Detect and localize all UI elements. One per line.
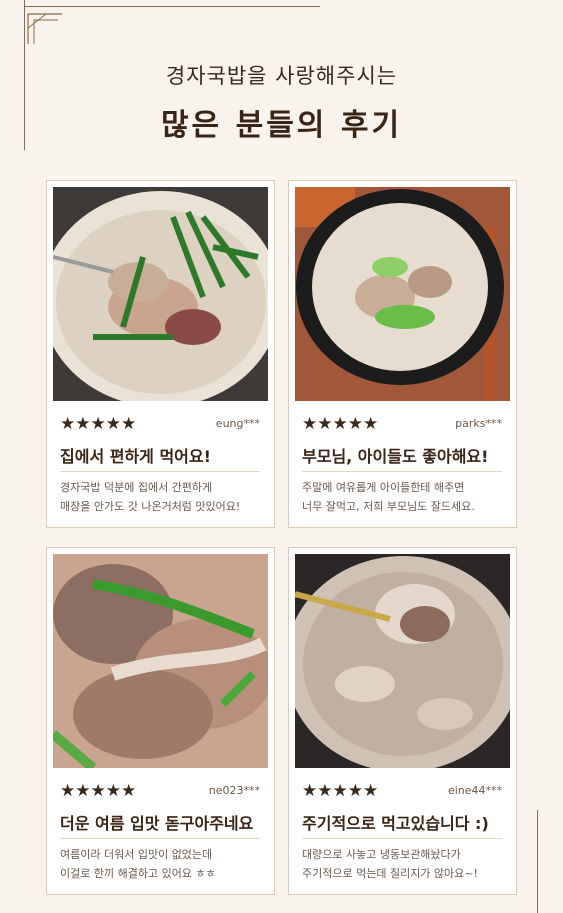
divider (302, 471, 502, 472)
review-card-1: ★★★★★ eung*** 집에서 편하게 먹어요! 경자국밥 덕분에 집에서 … (46, 180, 275, 528)
reviewer-name: ne023*** (208, 784, 260, 797)
spoon-in-soup-photo (295, 554, 510, 768)
reviewer-name: parks*** (455, 417, 502, 430)
decorative-horizontal-line (24, 6, 320, 7)
corner-ornament-icon (27, 13, 62, 44)
black-pot-soup-photo (295, 187, 510, 401)
star-rating: ★★★★★ (302, 414, 379, 434)
review-body-line: 대량으로 사놓고 냉동보관해놨다가 (302, 848, 461, 861)
review-headline: 주기적으로 먹고있습니다 :) (302, 814, 489, 833)
divider (302, 838, 502, 839)
star-rating: ★★★★★ (302, 781, 379, 801)
review-card-2: ★★★★★ parks*** 부모님, 아이들도 좋아해요! 주말에 여유롭게 … (288, 180, 517, 528)
page-subtitle: 경자국밥을 사랑해주시는 (165, 64, 398, 88)
review-body-line: 경자국밥 덕분에 집에서 간편하게 (60, 481, 213, 494)
review-body: 여름이라 더워서 입맛이 없었는데 이걸로 한끼 해결하고 있어요 ㅎㅎ (60, 845, 266, 883)
page-title: 많은 분들의 후기 (160, 108, 403, 143)
review-card-4: ★★★★★ eine44*** 주기적으로 먹고있습니다 :) 대량으로 사놓고… (288, 547, 517, 895)
review-headline: 더운 여름 입맛 돋구아주네요 (60, 814, 254, 833)
reviewer-name: eine44*** (447, 784, 502, 797)
meat-closeup-photo (53, 554, 268, 768)
page-header: 경자국밥을 사랑해주시는 많은 분들의 후기 (0, 60, 563, 144)
star-rating: ★★★★★ (60, 781, 137, 801)
soup-bowl-with-chives-photo (53, 187, 268, 401)
divider (60, 471, 260, 472)
review-body-line: 이걸로 한끼 해결하고 있어요 ㅎㅎ (60, 867, 216, 880)
decorative-right-line (537, 810, 538, 913)
review-body-line: 주말에 여유롭게 아이들한테 해주면 (302, 481, 465, 494)
divider (60, 838, 260, 839)
star-rating: ★★★★★ (60, 414, 137, 434)
review-body-line: 주기적으로 먹는데 질리지가 않아요~! (302, 867, 478, 880)
review-body: 대량으로 사놓고 냉동보관해놨다가 주기적으로 먹는데 질리지가 않아요~! (302, 845, 508, 883)
review-card-3: ★★★★★ ne023*** 더운 여름 입맛 돋구아주네요 여름이라 더워서 … (46, 547, 275, 895)
review-body-line: 매장을 안가도 갓 나온거처럼 맛있어요! (60, 500, 241, 513)
review-body: 주말에 여유롭게 아이들한테 해주면 너무 잘먹고, 저희 부모님도 잘드세요. (302, 478, 508, 516)
review-headline: 부모님, 아이들도 좋아해요! (302, 447, 489, 466)
review-body-line: 너무 잘먹고, 저희 부모님도 잘드세요. (302, 500, 475, 513)
review-body: 경자국밥 덕분에 집에서 간편하게 매장을 안가도 갓 나온거처럼 맛있어요! (60, 478, 266, 516)
reviewer-name: eung*** (215, 417, 260, 430)
review-body-line: 여름이라 더워서 입맛이 없었는데 (60, 848, 213, 861)
review-headline: 집에서 편하게 먹어요! (60, 447, 211, 466)
